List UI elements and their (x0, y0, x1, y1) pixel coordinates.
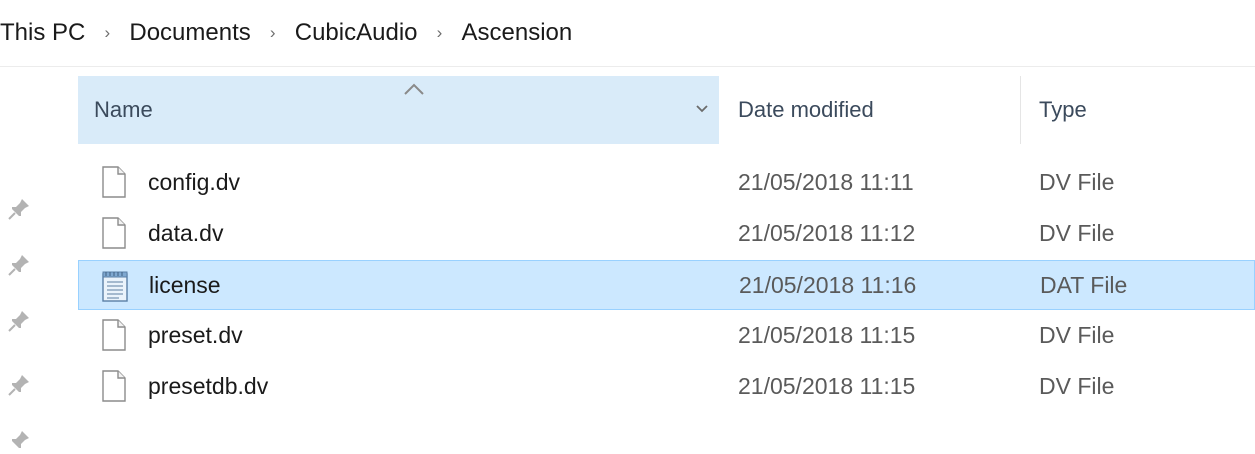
breadcrumb-documents[interactable]: Documents (127, 19, 252, 47)
breadcrumb-separator-icon[interactable]: › (253, 23, 293, 43)
column-header-type[interactable]: Type (1021, 76, 1255, 144)
file-date-modified: 21/05/2018 11:16 (739, 271, 917, 298)
column-header-row: Name Date modified Type (78, 76, 1255, 144)
file-type: DV File (1039, 322, 1115, 348)
file-type: DV File (1039, 169, 1115, 195)
pin-icon[interactable] (6, 372, 32, 398)
sort-ascending-icon (404, 83, 424, 95)
column-header-name-label: Name (94, 97, 153, 122)
pin-icon[interactable] (6, 428, 32, 454)
column-header-name[interactable]: Name (78, 76, 719, 144)
blank-document-icon (102, 217, 126, 249)
file-date-modified: 21/05/2018 11:15 (738, 322, 916, 348)
file-date-modified: 21/05/2018 11:15 (738, 373, 916, 399)
column-header-date-label: Date modified (738, 97, 874, 122)
breadcrumb-this-pc[interactable]: This PC (0, 19, 87, 47)
chevron-down-icon[interactable] (693, 100, 711, 118)
file-list: config.dv 21/05/2018 11:11 DV File data.… (78, 157, 1255, 412)
pin-icon[interactable] (6, 308, 32, 334)
file-name: presetdb.dv (148, 373, 269, 399)
file-name: config.dv (148, 169, 241, 195)
file-type: DV File (1039, 220, 1115, 246)
file-type: DV File (1039, 373, 1115, 399)
file-name: data.dv (148, 220, 224, 246)
file-row-config[interactable]: config.dv 21/05/2018 11:11 DV File (78, 157, 1255, 208)
file-name: preset.dv (148, 322, 243, 348)
file-type: DAT File (1040, 271, 1128, 298)
address-bar-divider (0, 66, 1255, 67)
breadcrumb-separator-icon[interactable]: › (87, 23, 127, 43)
pin-icon[interactable] (6, 196, 32, 222)
file-row-preset[interactable]: preset.dv 21/05/2018 11:15 DV File (78, 310, 1255, 361)
file-row-presetdb[interactable]: presetdb.dv 21/05/2018 11:15 DV File (78, 361, 1255, 412)
file-name: license (149, 271, 221, 298)
pin-icon[interactable] (6, 252, 32, 278)
file-date-modified: 21/05/2018 11:12 (738, 220, 916, 246)
blank-document-icon (102, 370, 126, 402)
column-header-date-modified[interactable]: Date modified (720, 76, 1020, 144)
breadcrumb-ascension[interactable]: Ascension (460, 19, 575, 47)
file-row-license[interactable]: license 21/05/2018 11:16 DAT File (78, 260, 1255, 310)
breadcrumb-cubicaudio[interactable]: CubicAudio (293, 19, 420, 47)
notepad-document-icon (102, 271, 128, 302)
file-row-data[interactable]: data.dv 21/05/2018 11:12 DV File (78, 208, 1255, 259)
blank-document-icon (102, 319, 126, 351)
column-header-type-label: Type (1039, 97, 1087, 122)
blank-document-icon (102, 166, 126, 198)
breadcrumb: This PC › Documents › CubicAudio › Ascen… (0, 0, 1255, 66)
breadcrumb-separator-icon[interactable]: › (420, 23, 460, 43)
file-date-modified: 21/05/2018 11:11 (738, 169, 914, 195)
